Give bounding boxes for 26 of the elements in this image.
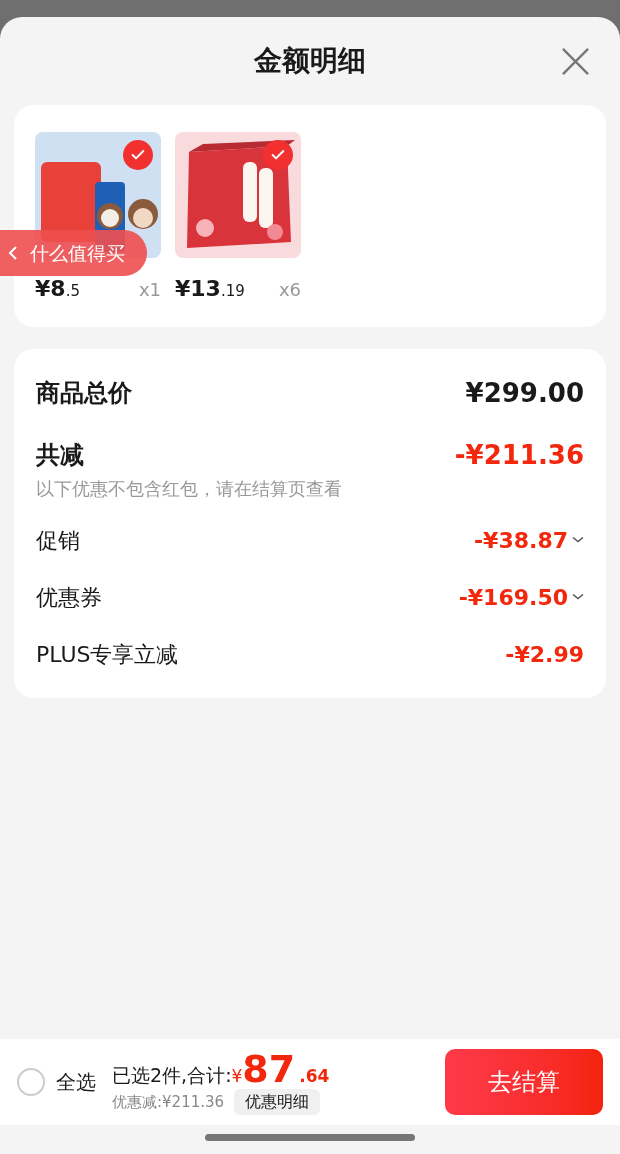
checkout-button[interactable]: 去结算 xyxy=(445,1049,603,1115)
chevron-down-icon[interactable] xyxy=(572,593,584,601)
product-price: ¥13.19 xyxy=(175,275,245,303)
close-icon[interactable] xyxy=(561,47,590,76)
reduction-value: -¥211.36 xyxy=(454,438,584,472)
chevron-left-icon xyxy=(8,245,18,261)
discount-label: 优惠券 xyxy=(36,583,102,612)
discount-value: -¥169.50 xyxy=(458,583,568,612)
product-price: ¥8.5 xyxy=(35,275,80,303)
sheet-title: 金额明细 xyxy=(254,43,366,79)
selected-summary: 已选2件,合计:¥87.64 xyxy=(112,1048,330,1090)
discount-label: 促销 xyxy=(36,526,80,555)
product-quantity: x6 xyxy=(278,278,301,302)
discount-label: PLUS专享立减 xyxy=(36,640,179,669)
total-label: 商品总价 xyxy=(36,378,132,409)
discount-value: -¥38.87 xyxy=(473,526,568,555)
discount-detail-button[interactable]: 优惠明细 xyxy=(234,1089,321,1116)
chevron-down-icon[interactable] xyxy=(572,536,584,544)
checkbox[interactable] xyxy=(17,1068,45,1096)
discount-note: 以下优惠不包含红包，请在结算页查看 xyxy=(36,477,343,501)
reduction-label: 共减 xyxy=(36,440,84,471)
product-quantity: x1 xyxy=(138,278,161,302)
discount-value: -¥2.99 xyxy=(505,640,584,669)
discount-summary: 优惠减:¥211.36 xyxy=(112,1092,225,1113)
select-all-label[interactable]: 全选 xyxy=(56,1067,96,1097)
total-value: ¥299.00 xyxy=(465,376,584,410)
